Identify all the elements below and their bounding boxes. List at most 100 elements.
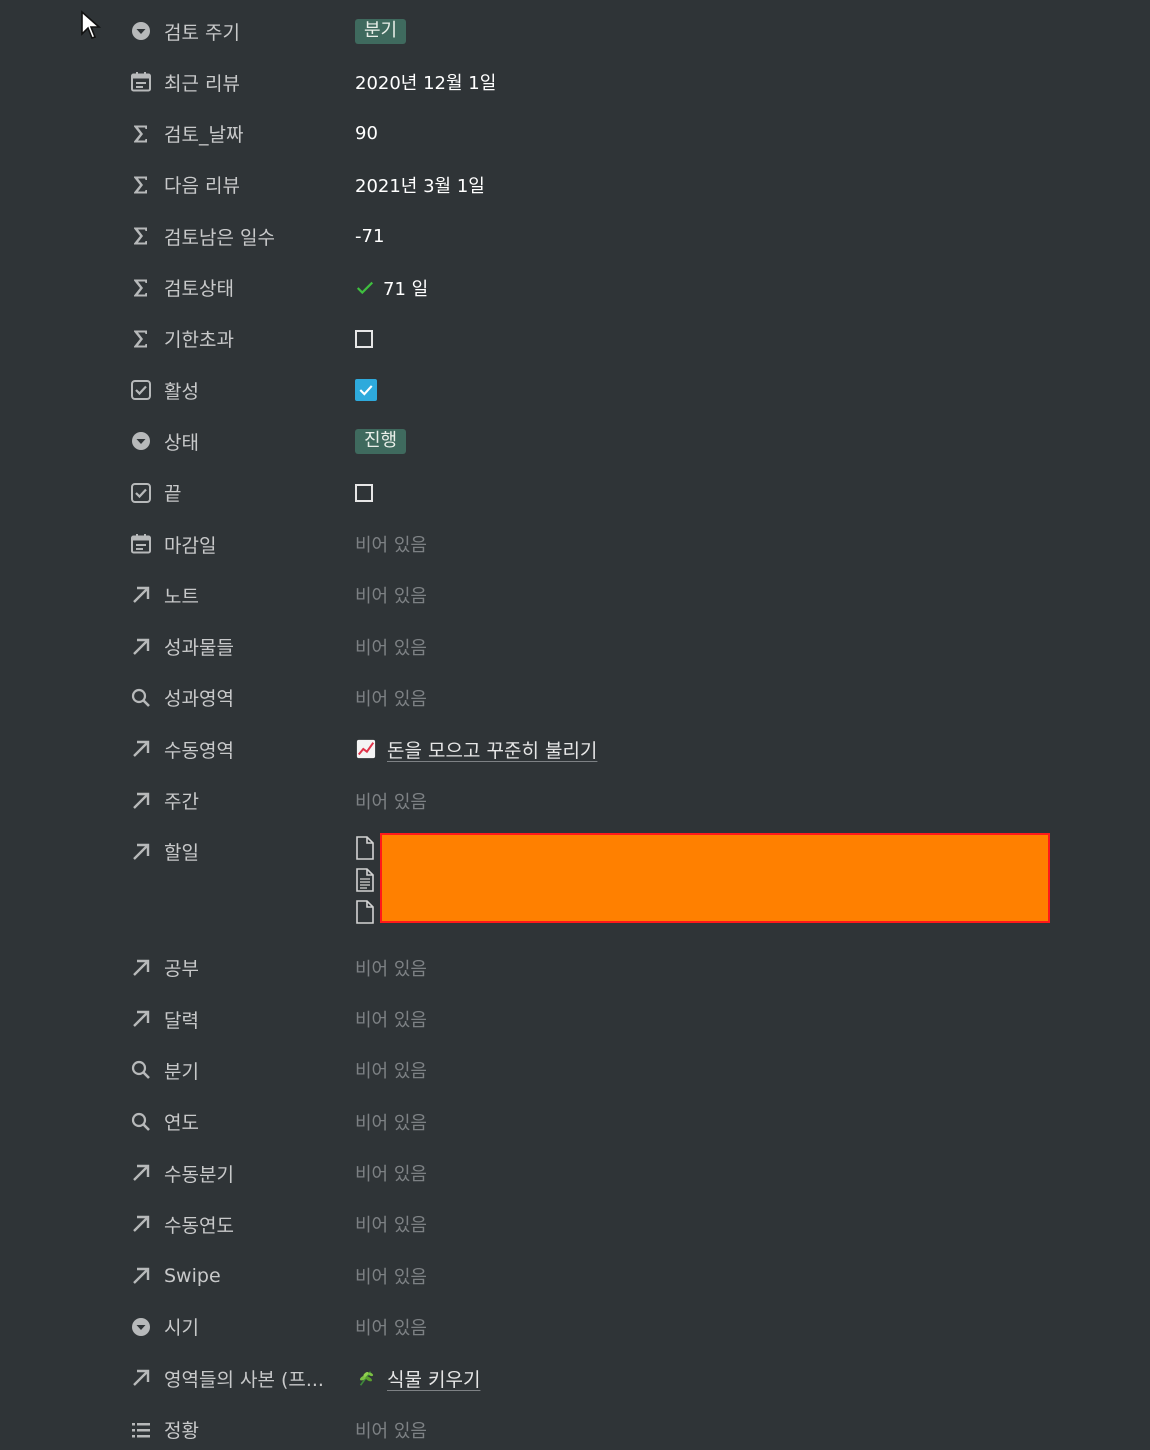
property-row-21[interactable]: 연도 비어 있음 — [128, 1102, 1108, 1142]
property-label: 시기 — [164, 1317, 199, 1340]
property-row-5[interactable]: 검토남은 일수 -71 — [128, 216, 1108, 256]
property-row-6[interactable]: 검토상태 71 일 — [128, 268, 1108, 308]
property-name[interactable]: 검토 주기 — [128, 11, 338, 51]
property-name[interactable]: 정황 — [128, 1410, 338, 1450]
select-tag[interactable]: 진행 — [355, 428, 407, 454]
property-row-3[interactable]: 검토_날짜 90 — [128, 114, 1108, 154]
property-row-27[interactable]: 정황 비어 있음 — [128, 1410, 1108, 1450]
checkbox-unchecked[interactable] — [355, 483, 373, 502]
property-name[interactable]: Swipe — [128, 1256, 338, 1296]
property-row-23[interactable]: 수동연도 비어 있음 — [128, 1204, 1108, 1244]
property-value[interactable] — [355, 319, 373, 359]
page-text-icon[interactable] — [355, 864, 379, 896]
property-value[interactable]: 돈을 모으고 꾸준히 불리기 — [355, 729, 597, 769]
property-row-1[interactable]: 검토 주기 분기 — [128, 11, 1108, 51]
checkbox-checked[interactable] — [355, 379, 377, 402]
property-value[interactable]: 비어 있음 — [355, 1204, 427, 1244]
property-row-24[interactable]: Swipe 비어 있음 — [128, 1256, 1108, 1296]
page-icon[interactable] — [355, 896, 379, 928]
property-name[interactable]: 기한초과 — [128, 319, 338, 359]
property-value[interactable]: 비어 있음 — [355, 1153, 427, 1193]
property-value[interactable]: -71 — [355, 216, 384, 256]
property-name[interactable]: 분기 — [128, 1050, 338, 1090]
property-value[interactable]: 2021년 3월 1일 — [355, 165, 485, 205]
property-name[interactable]: 끝 — [128, 473, 338, 513]
property-value[interactable]: 식물 키우기 — [355, 1358, 480, 1398]
property-value[interactable]: 비어 있음 — [355, 627, 427, 667]
property-row-13[interactable]: 성과물들 비어 있음 — [128, 627, 1108, 667]
empty-placeholder: 비어 있음 — [355, 535, 427, 556]
property-row-16[interactable]: 주간 비어 있음 — [128, 781, 1108, 821]
property-value[interactable]: 비어 있음 — [355, 781, 427, 821]
property-name[interactable]: 검토상태 — [128, 268, 338, 308]
property-name[interactable]: 검토남은 일수 — [128, 216, 338, 256]
property-value[interactable]: 비어 있음 — [355, 678, 427, 718]
property-name[interactable]: 마감일 — [128, 524, 338, 564]
property-name[interactable]: 수동연도 — [128, 1204, 338, 1244]
relation-page-link[interactable]: 돈을 모으고 꾸준히 불리기 — [387, 736, 597, 763]
property-value[interactable]: 비어 있음 — [355, 524, 427, 564]
property-value[interactable]: 비어 있음 — [355, 999, 427, 1039]
property-value[interactable]: 비어 있음 — [355, 575, 427, 615]
property-row-25[interactable]: 시기 비어 있음 — [128, 1307, 1108, 1347]
property-row-26[interactable]: 영역들의 사본 (프... 식물 키우기 — [128, 1358, 1108, 1398]
todo-relation-list[interactable] — [355, 832, 1055, 932]
property-value[interactable]: 분기 — [355, 11, 407, 51]
property-name[interactable]: 공부 — [128, 948, 338, 988]
property-row-18[interactable]: 공부 비어 있음 — [128, 948, 1108, 988]
property-row-14[interactable]: 성과영역 비어 있음 — [128, 678, 1108, 718]
property-name[interactable]: 연도 — [128, 1102, 338, 1142]
property-value[interactable]: 비어 있음 — [355, 948, 427, 988]
property-name[interactable]: 달력 — [128, 999, 338, 1039]
property-value[interactable]: 90 — [355, 114, 378, 154]
value-text: 2021년 3월 1일 — [355, 175, 485, 197]
property-value[interactable]: 비어 있음 — [355, 1102, 427, 1142]
property-row-19[interactable]: 달력 비어 있음 — [128, 999, 1108, 1039]
property-label: 연도 — [164, 1112, 199, 1135]
property-value[interactable] — [355, 473, 373, 513]
empty-placeholder: 비어 있음 — [355, 1215, 427, 1237]
property-row-12[interactable]: 노트 비어 있음 — [128, 575, 1108, 615]
property-value[interactable]: 2020년 12월 1일 — [355, 62, 496, 102]
property-row-20[interactable]: 분기 비어 있음 — [128, 1050, 1108, 1090]
property-name[interactable]: 성과물들 — [128, 627, 338, 667]
property-name[interactable]: 검토_날짜 — [128, 114, 338, 154]
property-row-22[interactable]: 수동분기 비어 있음 — [128, 1153, 1108, 1193]
property-name[interactable]: 영역들의 사본 (프... — [128, 1358, 338, 1398]
property-row-15[interactable]: 수동영역 돈을 모으고 꾸준히 불리기 — [128, 729, 1108, 769]
relation-page-link[interactable]: 식물 키우기 — [387, 1365, 480, 1392]
property-name[interactable]: 노트 — [128, 575, 338, 615]
property-name[interactable]: 활성 — [128, 370, 338, 410]
property-label: 수동연도 — [164, 1214, 234, 1237]
property-name[interactable]: 할일 — [128, 832, 338, 872]
property-row-17[interactable]: 할일 — [128, 832, 1108, 948]
property-name[interactable]: 다음 리뷰 — [128, 165, 338, 205]
property-label: 검토남은 일수 — [164, 226, 275, 249]
checkbox-unchecked[interactable] — [355, 329, 373, 348]
page-icon[interactable] — [355, 832, 379, 864]
property-name[interactable]: 성과영역 — [128, 678, 338, 718]
property-value[interactable]: 비어 있음 — [355, 1256, 427, 1296]
property-row-11[interactable]: 마감일 비어 있음 — [128, 524, 1108, 564]
property-value[interactable]: 71 일 — [355, 268, 428, 308]
property-row-10[interactable]: 끝 — [128, 473, 1108, 513]
property-row-4[interactable]: 다음 리뷰 2021년 3월 1일 — [128, 165, 1108, 205]
property-row-2[interactable]: 최근 리뷰 2020년 12월 1일 — [128, 62, 1108, 102]
property-value[interactable]: 비어 있음 — [355, 1050, 427, 1090]
property-name[interactable]: 시기 — [128, 1307, 338, 1347]
select-tag[interactable]: 분기 — [355, 18, 407, 44]
property-name[interactable]: 주간 — [128, 781, 338, 821]
property-row-9[interactable]: 상태 진행 — [128, 421, 1108, 461]
property-value[interactable]: 진행 — [355, 421, 407, 461]
property-name[interactable]: 수동영역 — [128, 729, 338, 769]
empty-placeholder: 비어 있음 — [355, 1420, 427, 1442]
property-value[interactable]: 비어 있음 — [355, 1410, 427, 1450]
property-name[interactable]: 최근 리뷰 — [128, 62, 338, 102]
property-label: 기한초과 — [164, 329, 234, 352]
property-row-8[interactable]: 활성 — [128, 370, 1108, 410]
property-value[interactable]: 비어 있음 — [355, 1307, 427, 1347]
property-row-7[interactable]: 기한초과 — [128, 319, 1108, 359]
property-value[interactable] — [355, 370, 377, 410]
property-name[interactable]: 수동분기 — [128, 1153, 338, 1193]
property-name[interactable]: 상태 — [128, 421, 338, 461]
